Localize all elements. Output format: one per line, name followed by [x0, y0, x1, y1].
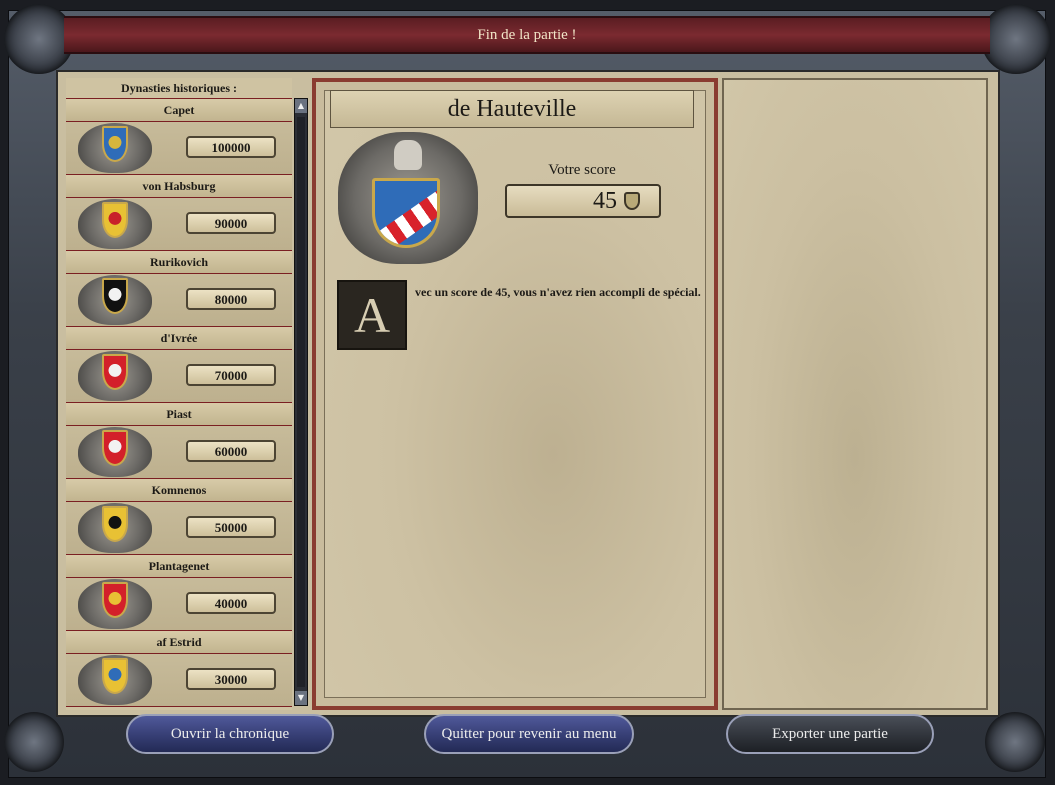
window-title: Fin de la partie !	[64, 16, 990, 54]
score-description: vec un score de 45, vous n'avez rien acc…	[415, 285, 701, 299]
helmet-icon	[394, 140, 422, 170]
dynasty-shield-icon	[102, 582, 128, 618]
dynasty-score: 70000	[186, 364, 276, 386]
list-header: Dynasties historiques :	[120, 81, 237, 95]
dynasty-body: 80000	[66, 274, 292, 327]
dynasty-body: 40000	[66, 578, 292, 631]
dynasty-list-scrollbar[interactable]: ▲ ▼	[294, 98, 308, 706]
dynasty-name: von Habsburg	[66, 174, 292, 198]
dynasty-row[interactable]: Plantagenet 40000	[66, 554, 292, 631]
scroll-up-button[interactable]: ▲	[295, 99, 307, 113]
dynasty-score: 40000	[186, 592, 276, 614]
dynasty-coat-of-arms	[78, 123, 152, 173]
dynasty-coat-of-arms	[78, 351, 152, 401]
dynasty-row[interactable]: von Habsburg 90000	[66, 174, 292, 251]
prestige-shield-icon	[624, 192, 640, 210]
corner-ornament-top-right	[981, 4, 1051, 74]
export-game-button[interactable]: Exporter une partie	[726, 714, 934, 754]
dynasty-coat-of-arms	[78, 199, 152, 249]
dynasty-body: 90000	[66, 198, 292, 251]
dynasty-coat-of-arms	[78, 275, 152, 325]
dynasty-shield-icon	[102, 126, 128, 162]
dynasty-body: 30000	[66, 654, 292, 707]
dynasty-score: 100000	[186, 136, 276, 158]
dynasty-coat-of-arms	[78, 579, 152, 629]
dynasty-body: 70000	[66, 350, 292, 403]
score-label: Votre score	[548, 162, 616, 178]
dynasty-name: Komnenos	[66, 478, 292, 502]
player-dynasty-title: de Hauteville	[330, 90, 694, 128]
dynasty-shield-icon	[102, 354, 128, 390]
dynasty-score: 30000	[186, 668, 276, 690]
dynasty-shield-icon	[102, 658, 128, 694]
dynasty-body: 60000	[66, 426, 292, 479]
dynasty-name: af Estrid	[66, 630, 292, 654]
player-coat-of-arms	[338, 132, 478, 264]
dynasty-row[interactable]: d'Ivrée 70000	[66, 326, 292, 403]
dynasty-score: 50000	[186, 516, 276, 538]
dynasty-name: Piast	[66, 402, 292, 426]
dynasty-score: 60000	[186, 440, 276, 462]
historical-dynasties-list: Dynasties historiques : Capet 100000 von H…	[66, 78, 292, 710]
dynasty-row[interactable]: Komnenos 50000	[66, 478, 292, 555]
dynasty-coat-of-arms	[78, 427, 152, 477]
dynasty-shield-icon	[102, 278, 128, 314]
open-chronicle-button[interactable]: Ouvrir la chronique	[126, 714, 334, 754]
corner-ornament-bottom-right	[985, 712, 1045, 772]
corner-ornament-bottom-left	[4, 712, 64, 772]
scroll-down-button[interactable]: ▼	[295, 691, 307, 705]
dynasty-name: Rurikovich	[66, 250, 292, 274]
dynasty-coat-of-arms	[78, 503, 152, 553]
dynasty-row[interactable]: af Estrid 30000	[66, 630, 292, 707]
dynasty-score: 90000	[186, 212, 276, 234]
dynasty-row[interactable]: Piast 60000	[66, 402, 292, 479]
scroll-track[interactable]	[297, 117, 305, 687]
dynasty-body: 50000	[66, 502, 292, 555]
dynasty-body: 100000	[66, 122, 292, 175]
dynasty-name: Plantagenet	[66, 554, 292, 578]
right-parchment-panel	[722, 78, 988, 710]
dynasty-name: d'Ivrée	[66, 326, 292, 350]
dropcap-letter: A	[337, 280, 407, 350]
dynasty-shield-icon	[102, 202, 128, 238]
checkered-bend-shield-icon	[372, 178, 440, 248]
dynasty-shield-icon	[102, 430, 128, 466]
dynasty-shield-icon	[102, 506, 128, 542]
dynasty-row[interactable]: Rurikovich 80000	[66, 250, 292, 327]
dynasty-name: Capet	[66, 98, 292, 122]
dynasty-score: 80000	[186, 288, 276, 310]
quit-to-menu-button[interactable]: Quitter pour revenir au menu	[424, 714, 634, 754]
dynasty-row[interactable]: Capet 100000	[66, 98, 292, 175]
dynasty-coat-of-arms	[78, 655, 152, 705]
